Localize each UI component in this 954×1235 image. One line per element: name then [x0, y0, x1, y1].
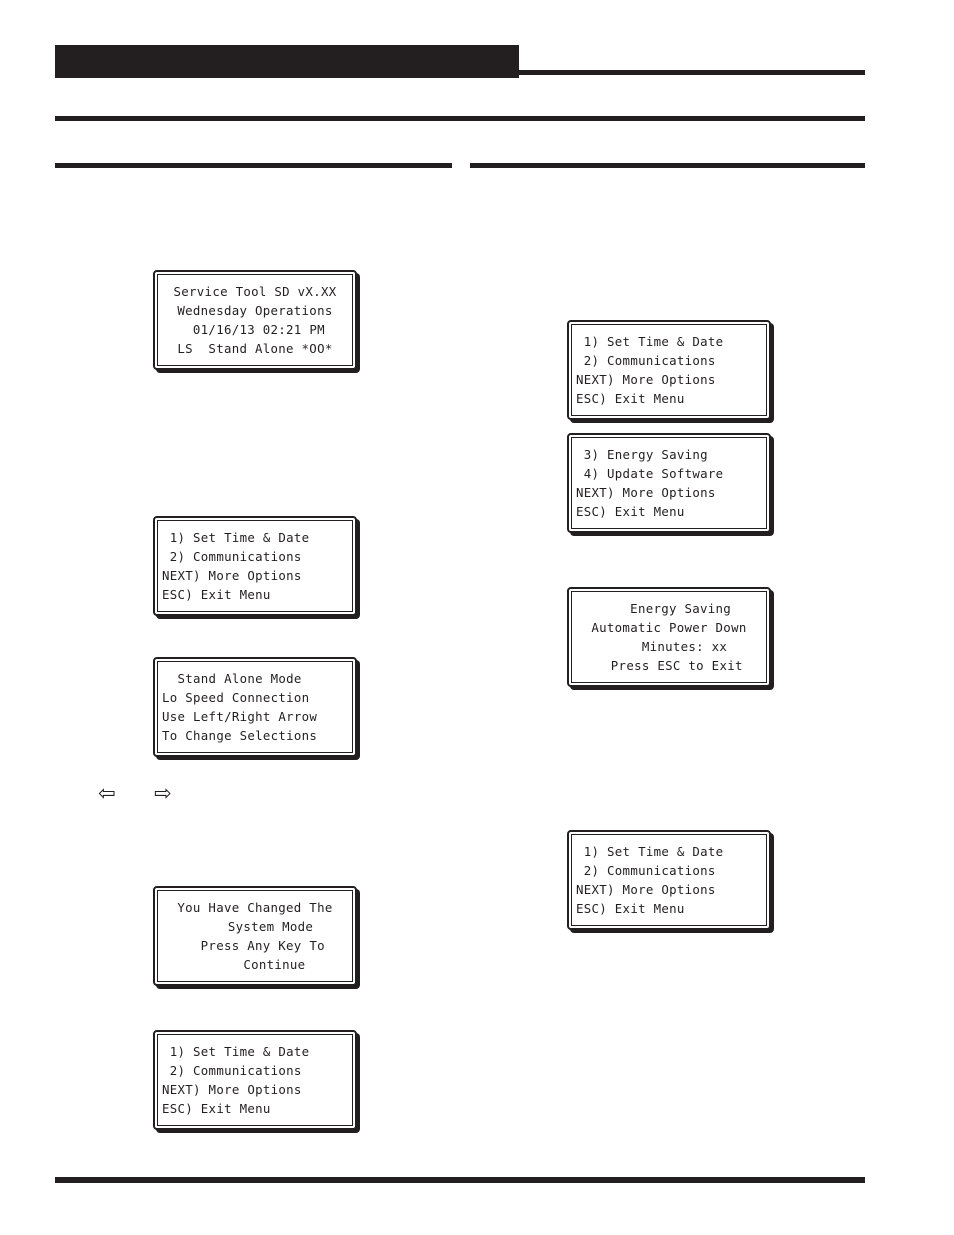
lcd-inner-frame: 3) Energy Saving 4) Update Software NEXT… — [571, 437, 767, 529]
lcd-inner-frame: Stand Alone Mode Lo Speed Connection Use… — [157, 661, 353, 753]
right-arrow-icon: ⇨ — [154, 781, 172, 805]
lcd-line: You Have Changed The — [177, 900, 333, 915]
lcd-line: NEXT) More Options — [576, 485, 716, 500]
lcd-line: Wednesday Operations — [177, 303, 333, 318]
lcd-line: 3) Energy Saving — [576, 447, 708, 462]
lcd-screen-main-menu-return: 1) Set Time & Date 2) Communications NEX… — [567, 830, 771, 930]
lcd-line: NEXT) More Options — [576, 372, 716, 387]
lcd-line: 1) Set Time & Date — [162, 1044, 310, 1059]
lcd-inner-frame: You Have Changed The System Mode Press A… — [157, 890, 353, 982]
lcd-line: NEXT) More Options — [162, 1082, 302, 1097]
left-arrow-icon: ⇦ — [98, 781, 116, 805]
lcd-line: Press ESC to Exit — [595, 658, 743, 673]
lcd-screen-main-menu-page-2: 3) Energy Saving 4) Update Software NEXT… — [567, 433, 771, 533]
lcd-inner-frame: 1) Set Time & Date 2) Communications NEX… — [571, 834, 767, 926]
lcd-line: Press Any Key To — [185, 938, 325, 953]
lcd-screen-system-mode-changed: You Have Changed The System Mode Press A… — [153, 886, 357, 986]
lcd-line: ESC) Exit Menu — [576, 901, 685, 916]
lcd-line: 1) Set Time & Date — [162, 530, 310, 545]
header-top-rule — [55, 70, 865, 75]
right-column-rule — [470, 163, 865, 168]
left-column-rule — [55, 163, 452, 168]
lcd-line: NEXT) More Options — [162, 568, 302, 583]
lcd-line: 1) Set Time & Date — [576, 334, 724, 349]
lcd-line: Minutes: xx — [610, 639, 728, 654]
lcd-line: 2) Communications — [576, 353, 716, 368]
lcd-line: 01/16/13 02:21 PM — [185, 322, 325, 337]
lcd-line: To Change Selections — [162, 728, 318, 743]
lcd-screen-main-menu-2: 1) Set Time & Date 2) Communications NEX… — [153, 1030, 357, 1130]
lcd-inner-frame: 1) Set Time & Date 2) Communications NEX… — [157, 1034, 353, 1126]
lcd-screen-home-status: Service Tool SD vX.XX Wednesday Operatio… — [153, 270, 357, 370]
lcd-line: Use Left/Right Arrow — [162, 709, 318, 724]
header-section-rule — [55, 116, 865, 121]
lcd-line: Stand Alone Mode — [162, 671, 302, 686]
lcd-line: ESC) Exit Menu — [162, 1101, 271, 1116]
arrow-key-indicators: ⇦ ⇨ — [98, 780, 218, 806]
lcd-inner-frame: Energy Saving Automatic Power Down Minut… — [571, 591, 767, 683]
lcd-line: Continue — [204, 957, 306, 972]
lcd-line: 1) Set Time & Date — [576, 844, 724, 859]
lcd-line: ESC) Exit Menu — [576, 391, 685, 406]
lcd-line: 2) Communications — [162, 549, 302, 564]
lcd-line: ESC) Exit Menu — [576, 504, 685, 519]
lcd-line: 4) Update Software — [576, 466, 724, 481]
footer-rule — [55, 1177, 865, 1183]
lcd-line: Lo Speed Connection — [162, 690, 310, 705]
lcd-inner-frame: 1) Set Time & Date 2) Communications NEX… — [571, 324, 767, 416]
lcd-line: ESC) Exit Menu — [162, 587, 271, 602]
lcd-line: System Mode — [196, 919, 314, 934]
lcd-screen-stand-alone-mode: Stand Alone Mode Lo Speed Connection Use… — [153, 657, 357, 757]
lcd-inner-frame: 1) Set Time & Date 2) Communications NEX… — [157, 520, 353, 612]
lcd-line: NEXT) More Options — [576, 882, 716, 897]
lcd-screen-main-menu-page-1: 1) Set Time & Date 2) Communications NEX… — [567, 320, 771, 420]
lcd-line: Energy Saving — [606, 601, 732, 616]
lcd-line: Automatic Power Down — [591, 620, 747, 635]
lcd-line: 2) Communications — [576, 863, 716, 878]
lcd-line: LS Stand Alone *OO* — [177, 341, 333, 356]
lcd-screen-main-menu-1: 1) Set Time & Date 2) Communications NEX… — [153, 516, 357, 616]
lcd-screen-energy-saving-setup: Energy Saving Automatic Power Down Minut… — [567, 587, 771, 687]
lcd-inner-frame: Service Tool SD vX.XX Wednesday Operatio… — [157, 274, 353, 366]
lcd-line: Service Tool SD vX.XX — [173, 284, 337, 299]
lcd-line: 2) Communications — [162, 1063, 302, 1078]
